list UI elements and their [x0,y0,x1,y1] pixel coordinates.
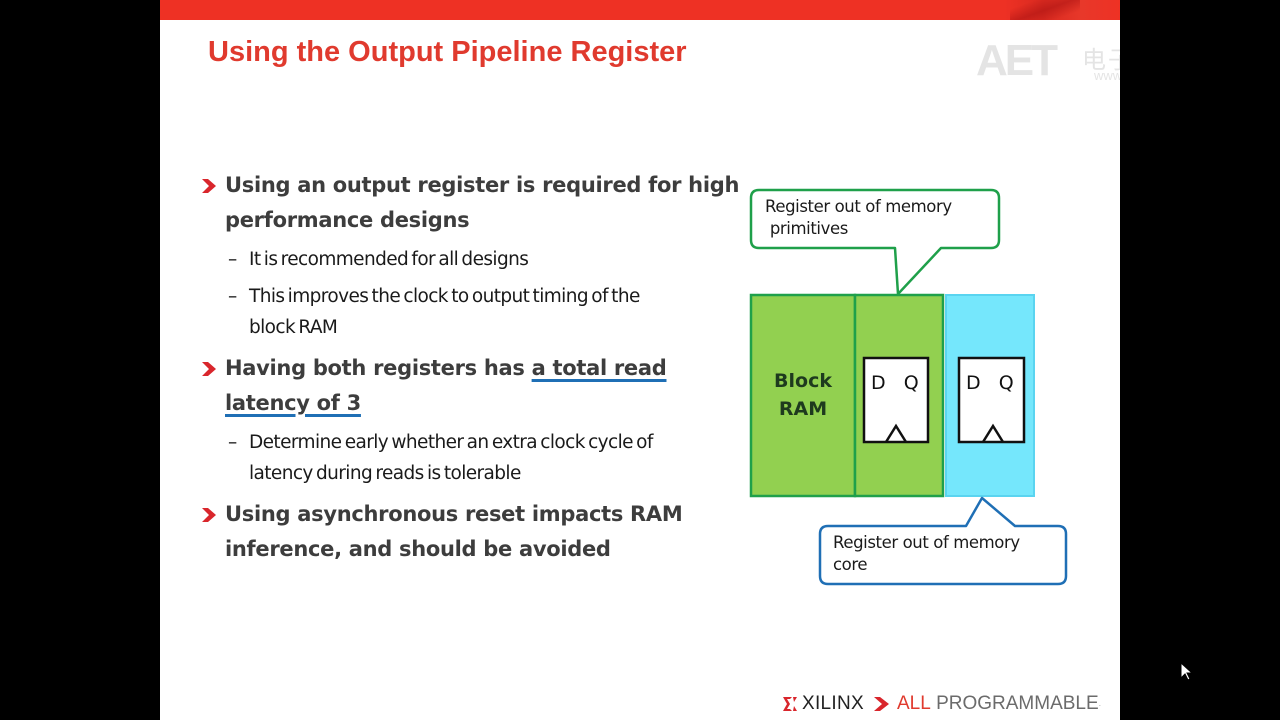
callout-bottom-text: Register out of memory core [833,533,1020,574]
bullet-text-prefix: Having both registers has [225,356,532,380]
block-ram-label-line: Block [774,370,832,392]
slide-title: Using the Output Pipeline Register [208,36,687,68]
block-ram-label: Block RAM [751,367,855,423]
bullet-text-line: Using asynchronous reset impacts RAM [225,502,683,526]
sub-bullet-text: block RAM [249,317,338,338]
chevron-bullet-icon [202,508,216,522]
flipflop-primitive [862,356,930,444]
sub-bullet-text: This improves the clock to output timing… [249,286,640,307]
callout-top-text: Register out of memory primitives [765,197,952,238]
sub-bullet-text: It is recommended for all designs [249,249,529,270]
bullet-async-reset: Using asynchronous reset impacts RAM inf… [200,497,740,567]
bullet-output-register: Using an output register is required for… [200,168,740,238]
xilinx-logo-icon [783,697,797,711]
slide: Using the Output Pipeline Register AET 电… [160,0,1120,720]
sub-bullet-text: latency during reads is tolerable [249,463,521,484]
xilinx-footer-logo: XILINX ALL PROGRAMMABLE. [782,692,1101,716]
sub-bullet-extra-cycle: – Determine early whether an extra clock… [200,427,740,489]
underlined-emphasis: latency of 3 [225,391,361,415]
footer-tagline-programmable: PROGRAMMABLE [930,693,1099,714]
footer-tagline-all: ALL [897,693,931,714]
chevron-bullet-icon [202,362,216,376]
dash-bullet-icon: – [228,432,237,453]
bullet-text-line: Using an output register is required for… [225,173,740,197]
mouse-cursor-icon [1180,662,1194,681]
sub-bullet-text: Determine early whether an extra clock c… [249,432,653,453]
watermark-logo: AET [976,36,1058,85]
pipeline-register-diagram: Register out of memory primitives Block … [745,180,1085,600]
aet-watermark: AET 电子技术应用 www.ChinaAET.com [976,38,1120,88]
footer-trademark: . [1098,699,1101,708]
flipflop-dq-label: D Q [871,372,919,394]
slide-header-bar [160,0,1120,20]
chevron-bullet-icon [202,179,216,193]
dash-bullet-icon: – [228,286,237,307]
watermark-url: www.ChinaAET.com [1094,68,1120,83]
bullet-text-line: inference, and should be avoided [225,537,611,561]
sub-bullet-recommended: – It is recommended for all designs [200,244,740,275]
dash-bullet-icon: – [228,249,237,270]
flipflop-dq-label: D Q [966,372,1014,394]
bullet-list: Using an output register is required for… [200,168,740,567]
bullet-read-latency: Having both registers has a total read l… [200,351,740,421]
underlined-emphasis: a total read [531,356,667,380]
header-swoosh-decoration [1010,0,1080,20]
chevron-icon [874,697,889,711]
block-ram-label-line: RAM [778,398,828,420]
footer-brand: XILINX [802,693,864,714]
sub-bullet-clock-to-output: – This improves the clock to output timi… [200,281,740,343]
bullet-text-line: performance designs [225,208,470,232]
